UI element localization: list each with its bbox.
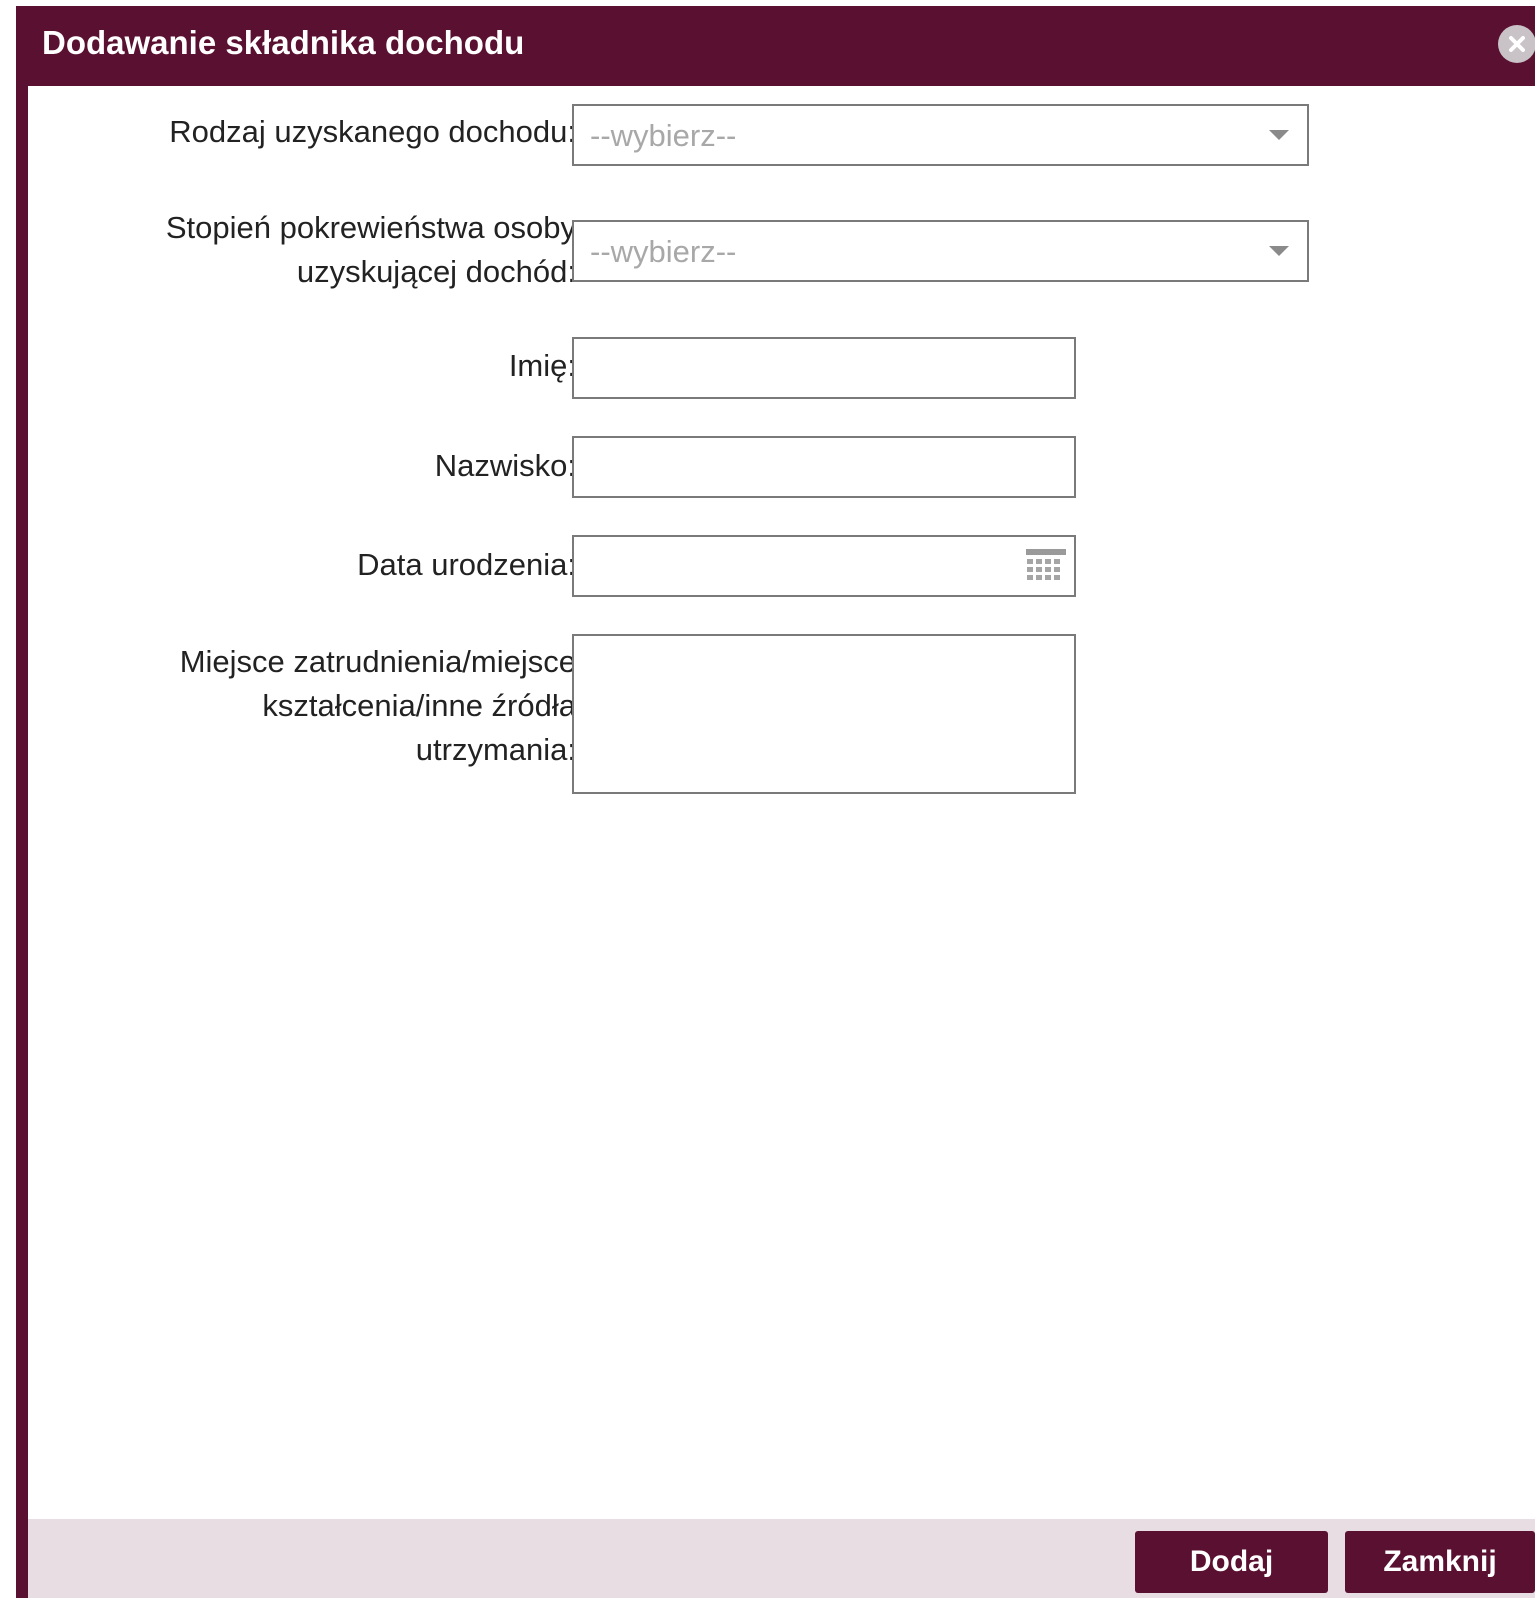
kinship-select[interactable]: --wybierz--: [572, 220, 1309, 282]
birth-date-label: Data urodzenia:: [357, 547, 576, 582]
first-name-input[interactable]: [572, 337, 1076, 399]
birth-date-input[interactable]: [572, 535, 1076, 597]
chevron-down-icon: [1269, 130, 1289, 140]
dialog-content: Rodzaj uzyskanego dochodu: --wybierz-- S…: [28, 86, 1535, 1519]
dialog-titlebar: Dodawanie składnika dochodu: [16, 6, 1535, 84]
close-dialog-button[interactable]: Zamknij: [1345, 1531, 1535, 1593]
last-name-input[interactable]: [572, 436, 1076, 498]
add-button[interactable]: Dodaj: [1135, 1531, 1328, 1593]
calendar-icon[interactable]: [1026, 549, 1066, 583]
income-type-placeholder: --wybierz--: [590, 118, 737, 153]
dialog-title: Dodawanie składnika dochodu: [42, 24, 525, 61]
close-button[interactable]: [1498, 25, 1535, 63]
kinship-label: Stopień pokrewieństwa osoby uzyskującej …: [165, 210, 576, 289]
first-name-label: Imię:: [508, 348, 576, 383]
income-type-label: Rodzaj uzyskanego dochodu:: [169, 114, 576, 149]
close-icon: [1509, 36, 1525, 52]
workplace-label: Miejsce zatrudnienia/miejsce kształcenia…: [179, 644, 576, 767]
income-type-select[interactable]: --wybierz--: [572, 104, 1309, 166]
kinship-placeholder: --wybierz--: [590, 234, 737, 269]
workplace-textarea[interactable]: [572, 634, 1076, 794]
last-name-label: Nazwisko:: [434, 448, 576, 483]
income-dialog: Dodawanie składnika dochodu Rodzaj uzysk…: [16, 6, 1535, 1598]
chevron-down-icon: [1269, 246, 1289, 256]
